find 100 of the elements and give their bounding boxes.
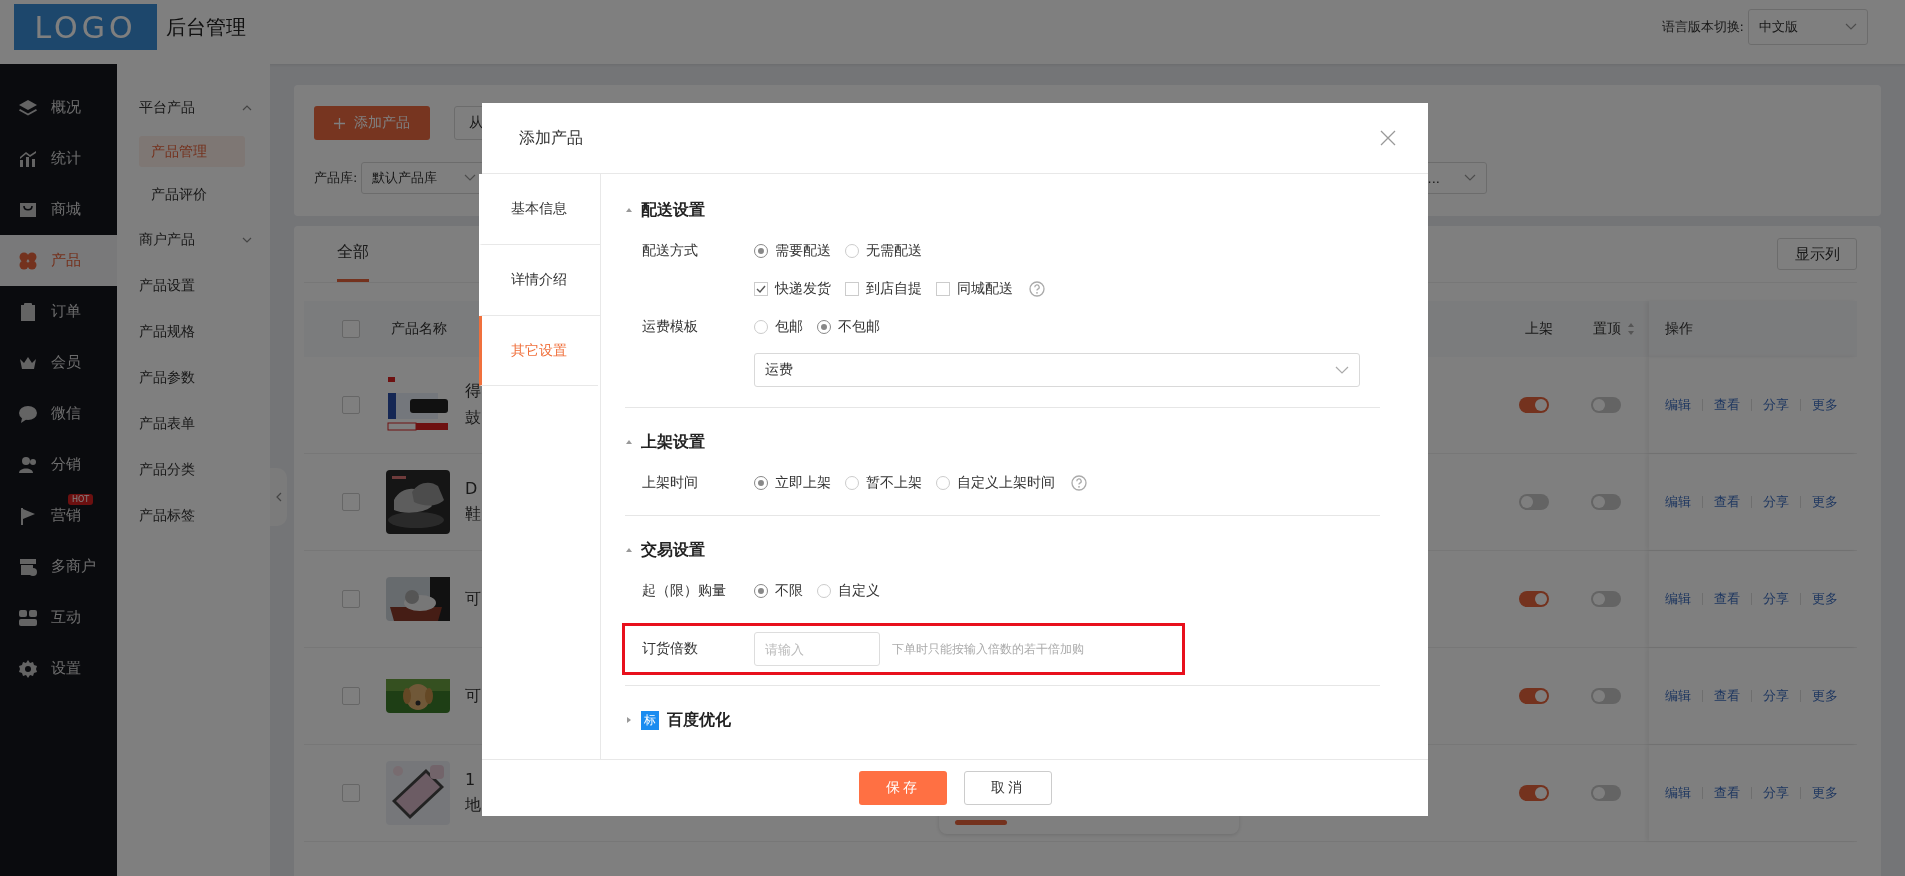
action-link[interactable]: 编辑 <box>1665 687 1691 705</box>
radio-option[interactable]: 需要配送 <box>754 242 831 260</box>
radio-option[interactable]: 不限 <box>754 582 803 600</box>
nav-item[interactable]: 统计 <box>0 133 117 184</box>
radio-option[interactable]: 立即上架 <box>754 474 831 492</box>
action-link[interactable]: 分享 <box>1763 687 1789 705</box>
menu-item[interactable]: 产品表单 <box>139 406 252 442</box>
nav-item[interactable]: 会员 <box>0 337 117 388</box>
action-link[interactable]: 查看 <box>1714 590 1740 608</box>
column-header: 产品名称 <box>391 320 447 338</box>
nav-item[interactable]: 微信 <box>0 388 117 439</box>
column-header: 置顶 <box>1593 320 1621 338</box>
dialog-tab[interactable]: 基本信息 <box>479 174 600 245</box>
product-name: 鞋 <box>465 504 481 525</box>
app-title: 后台管理 <box>166 13 246 41</box>
menu-item[interactable]: 产品设置 <box>139 268 252 304</box>
checkbox-option[interactable]: 到店自提 <box>845 280 922 298</box>
nav-label: 设置 <box>51 659 81 678</box>
menu-item[interactable]: 产品评价 <box>139 179 252 210</box>
action-link[interactable]: 更多 <box>1812 687 1838 705</box>
logo: LOGO <box>14 4 157 50</box>
action-link[interactable]: 编辑 <box>1665 396 1691 414</box>
nav-label: 多商户 <box>51 557 96 576</box>
action-link[interactable]: 更多 <box>1812 396 1838 414</box>
language-select[interactable]: 中文版 <box>1748 9 1868 45</box>
action-link[interactable]: 更多 <box>1812 590 1838 608</box>
field-label: 订货倍数 <box>642 640 698 656</box>
nav-label: 营销 <box>51 506 81 525</box>
nav-label: 商城 <box>51 200 81 219</box>
field-label: 起（限）购量 <box>642 582 726 598</box>
radio-option[interactable]: 包邮 <box>754 318 803 336</box>
action-link[interactable]: 编辑 <box>1665 784 1691 802</box>
action-link[interactable]: 查看 <box>1714 396 1740 414</box>
product-name: 1 <box>465 770 477 789</box>
menu-item[interactable]: 产品标签 <box>139 498 252 534</box>
action-link[interactable]: 分享 <box>1763 784 1789 802</box>
product-name: D <box>465 479 479 498</box>
menu-item[interactable]: 产品参数 <box>139 360 252 396</box>
menu-item[interactable]: 产品规格 <box>139 314 252 350</box>
product-name: 地 <box>465 795 481 816</box>
nav-label: 互动 <box>51 608 81 627</box>
nav-label: 分销 <box>51 455 81 474</box>
radio-option[interactable]: 自定义 <box>817 582 880 600</box>
action-link[interactable]: 查看 <box>1714 687 1740 705</box>
hot-badge: HOT <box>68 494 94 505</box>
section-header[interactable]: 上架设置 <box>625 422 1380 462</box>
nav-item[interactable]: 商城 <box>0 184 117 235</box>
tab[interactable]: 全部 <box>337 226 369 282</box>
section-header[interactable]: 配送设置 <box>625 190 1380 230</box>
radio-option[interactable]: 自定义上架时间 <box>936 474 1055 492</box>
nav-label: 订单 <box>51 302 81 321</box>
action-link[interactable]: 分享 <box>1763 493 1789 511</box>
hint-text: 下单时只能按输入倍数的若干倍加购 <box>892 640 1084 658</box>
field-label: 配送方式 <box>642 242 698 258</box>
product-name: 鼓 <box>465 408 481 429</box>
action-link[interactable]: 查看 <box>1714 493 1740 511</box>
menu-item[interactable]: 产品分类 <box>139 452 252 488</box>
action-link[interactable]: 编辑 <box>1665 590 1691 608</box>
product-name: 可 <box>465 588 481 610</box>
column-header: 操作 <box>1665 320 1693 338</box>
menu-item[interactable]: 产品管理 <box>139 136 245 167</box>
library-label: 产品库: <box>314 169 358 187</box>
save-button[interactable]: 保存 <box>858 771 947 805</box>
cancel-button[interactable]: 取消 <box>963 771 1052 805</box>
nav-item[interactable]: 互动 <box>0 592 117 643</box>
add-product-button[interactable]: 添加产品 <box>314 106 430 140</box>
product-name: 可 <box>465 685 481 707</box>
radio-option[interactable]: 无需配送 <box>845 242 922 260</box>
menu-group[interactable]: 平台产品 <box>139 90 252 126</box>
dialog-tab[interactable]: 详情介绍 <box>479 245 600 316</box>
checkbox-option[interactable]: 同城配送 <box>936 280 1013 298</box>
field-label: 运费模板 <box>642 318 698 334</box>
nav-item[interactable]: 产品 <box>0 235 117 286</box>
radio-option[interactable]: 暂不上架 <box>845 474 922 492</box>
nav-label: 会员 <box>51 353 81 372</box>
action-link[interactable]: 更多 <box>1812 784 1838 802</box>
input-field[interactable]: 请输入 <box>754 632 880 666</box>
menu-group[interactable]: 商户产品 <box>139 222 252 258</box>
action-link[interactable]: 查看 <box>1714 784 1740 802</box>
nav-item[interactable]: 分销 <box>0 439 117 490</box>
nav-item[interactable]: 概况 <box>0 82 117 133</box>
section-header[interactable]: 交易设置 <box>625 530 1380 570</box>
shipping-template-select[interactable]: 运费 <box>754 353 1360 387</box>
checkbox-option[interactable]: 快递发货 <box>754 280 831 298</box>
dialog-tab[interactable]: 其它设置 <box>479 316 598 386</box>
radio-option[interactable]: 不包邮 <box>817 318 880 336</box>
action-link[interactable]: 更多 <box>1812 493 1838 511</box>
action-link[interactable]: 分享 <box>1763 590 1789 608</box>
nav-label: 产品 <box>51 251 81 270</box>
action-link[interactable]: 分享 <box>1763 396 1789 414</box>
nav-item[interactable]: 设置 <box>0 643 117 694</box>
nav-item[interactable]: 多商户 <box>0 541 117 592</box>
show-columns-button[interactable]: 显示列 <box>1777 238 1857 270</box>
action-link[interactable]: 编辑 <box>1665 493 1691 511</box>
nav-item[interactable]: HOT 营销 <box>0 490 117 541</box>
nav-label: 概况 <box>51 98 81 117</box>
field-label: 上架时间 <box>642 474 698 490</box>
language-label: 语言版本切换: <box>1661 18 1744 36</box>
nav-item[interactable]: 订单 <box>0 286 117 337</box>
section-header[interactable]: 标 百度优化 <box>625 700 1380 740</box>
